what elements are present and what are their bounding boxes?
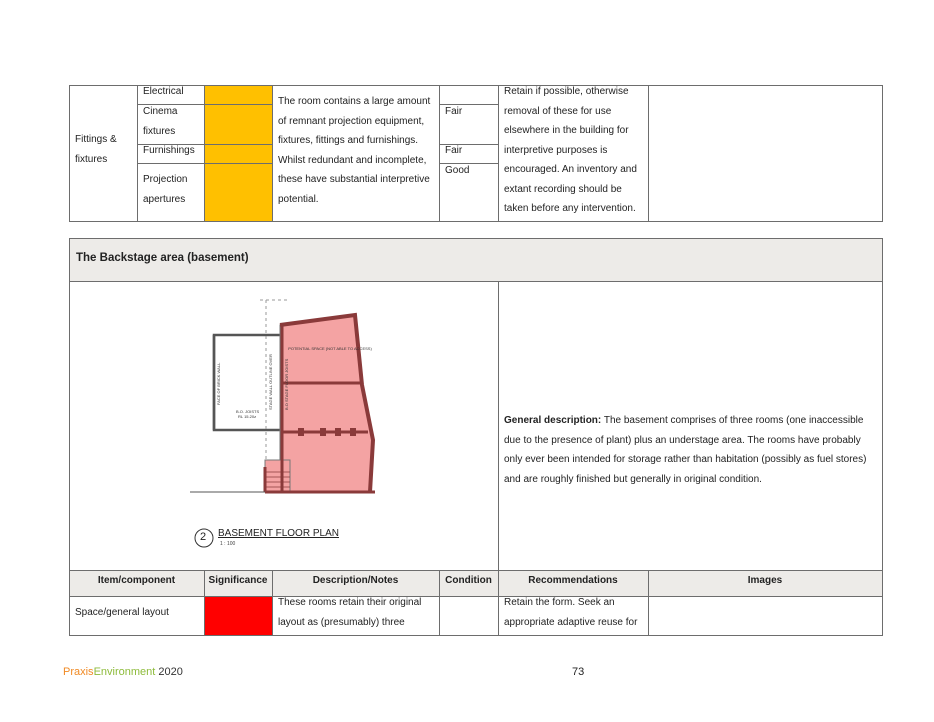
row-description: These rooms retain their original layout…: [278, 597, 422, 628]
header-description: Description/Notes: [312, 575, 399, 586]
header-significance: Significance: [208, 575, 268, 586]
recommendation-text: Retain if possible, otherwise removal of…: [504, 86, 637, 214]
svg-text:STAGE WALL OUTLINE OVER: STAGE WALL OUTLINE OVER: [268, 354, 273, 410]
general-description: General description: The basement compri…: [504, 411, 878, 489]
significance-red: [204, 596, 272, 635]
plan-scale: 1 : 100: [220, 541, 236, 547]
svg-text:RL 15.20z: RL 15.20z: [238, 414, 256, 419]
description-text: The room contains a large amount of remn…: [278, 96, 431, 205]
footer-year: 2020: [155, 666, 183, 678]
basement-floor-plan: POTENTIAL SPACE (NOT ABLE TO ACCESS) B.O…: [190, 299, 376, 548]
svg-text:FACE OF BRICK WALL: FACE OF BRICK WALL: [216, 362, 221, 405]
row-item: Space/general layout: [75, 607, 169, 618]
component-electrical: Electrical: [143, 86, 184, 97]
component-projection-apertures: Projection apertures: [143, 174, 188, 205]
component-cinema-fixtures: Cinema fixtures: [143, 106, 178, 137]
condition-3: Good: [445, 165, 470, 176]
plan-number: 2: [200, 531, 207, 543]
general-description-label: General description:: [504, 415, 602, 426]
header-recommendations: Recommendations: [528, 575, 618, 586]
section-title: The Backstage area (basement): [76, 252, 249, 264]
plan-title: BASEMENT FLOOR PLAN: [218, 528, 339, 539]
svg-text:B.O STAGE FLOOR JOISTS: B.O STAGE FLOOR JOISTS: [284, 358, 289, 410]
condition-2: Fair: [445, 145, 463, 156]
header-images: Images: [747, 575, 783, 586]
significance-amber: [204, 85, 272, 221]
brand-praxis: Praxis: [63, 666, 94, 678]
item-label: Fittings & fixtures: [75, 134, 117, 165]
condition-1: Fair: [445, 106, 463, 117]
header-condition: Condition: [445, 575, 492, 586]
row-recommendation: Retain the form. Seek an appropriate ada…: [504, 597, 638, 628]
component-furnishings: Furnishings: [143, 145, 195, 156]
brand-environment: Environment: [93, 666, 156, 678]
header-item: Item/component: [97, 575, 176, 586]
svg-text:POTENTIAL SPACE (NOT ABLE TO A: POTENTIAL SPACE (NOT ABLE TO ACCESS): [288, 346, 372, 351]
footer-brand: PraxisEnvironment 2020: [63, 666, 183, 678]
page-number: 73: [572, 666, 585, 678]
